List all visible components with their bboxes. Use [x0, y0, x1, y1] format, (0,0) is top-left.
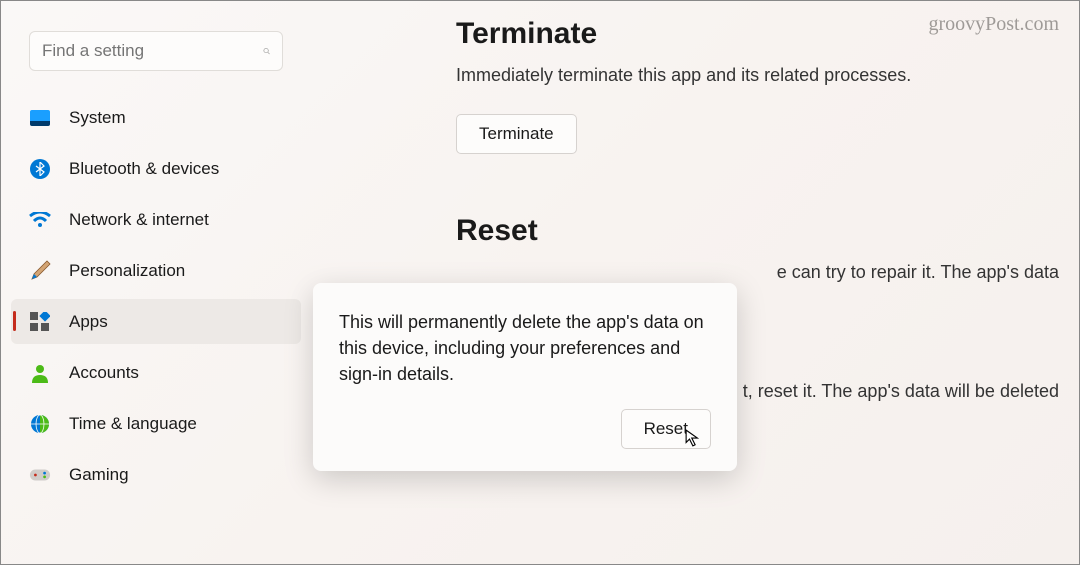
cursor-icon	[685, 429, 703, 447]
sidebar-item-gaming[interactable]: Gaming	[11, 452, 301, 497]
search-icon	[263, 43, 270, 59]
reset-confirmation-tooltip: This will permanently delete the app's d…	[313, 283, 737, 471]
sidebar: System Bluetooth & devices Network & int…	[1, 1, 311, 564]
nav-list: System Bluetooth & devices Network & int…	[1, 95, 311, 497]
globe-icon	[29, 413, 51, 435]
sidebar-item-label: Personalization	[69, 261, 185, 281]
sidebar-item-personalization[interactable]: Personalization	[11, 248, 301, 293]
paintbrush-icon	[29, 260, 51, 282]
sidebar-item-accounts[interactable]: Accounts	[11, 350, 301, 395]
terminate-button[interactable]: Terminate	[456, 114, 577, 154]
sidebar-item-label: Time & language	[69, 414, 197, 434]
sidebar-item-label: Network & internet	[69, 210, 209, 230]
sidebar-item-label: Gaming	[69, 465, 129, 485]
terminate-section: Terminate Immediately terminate this app…	[456, 17, 1059, 154]
sidebar-item-label: Bluetooth & devices	[69, 159, 219, 179]
search-box[interactable]	[29, 31, 283, 71]
tooltip-text: This will permanently delete the app's d…	[339, 309, 711, 387]
wifi-icon	[29, 209, 51, 231]
sidebar-item-label: System	[69, 108, 126, 128]
terminate-description: Immediately terminate this app and its r…	[456, 65, 1059, 86]
gamepad-icon	[29, 464, 51, 486]
bluetooth-icon	[29, 158, 51, 180]
sidebar-item-system[interactable]: System	[11, 95, 301, 140]
system-icon	[29, 107, 51, 129]
terminate-title: Terminate	[456, 17, 1059, 51]
reset-title: Reset	[456, 214, 1059, 248]
search-input[interactable]	[42, 41, 263, 61]
sidebar-item-label: Accounts	[69, 363, 139, 383]
sidebar-item-network[interactable]: Network & internet	[11, 197, 301, 242]
sidebar-item-apps[interactable]: Apps	[11, 299, 301, 344]
apps-icon	[29, 311, 51, 333]
repair-description-fragment: e can try to repair it. The app's data	[456, 262, 1059, 283]
tooltip-actions: Reset	[339, 409, 711, 449]
sidebar-item-bluetooth[interactable]: Bluetooth & devices	[11, 146, 301, 191]
accounts-icon	[29, 362, 51, 384]
sidebar-item-label: Apps	[69, 312, 108, 332]
sidebar-item-time[interactable]: Time & language	[11, 401, 301, 446]
